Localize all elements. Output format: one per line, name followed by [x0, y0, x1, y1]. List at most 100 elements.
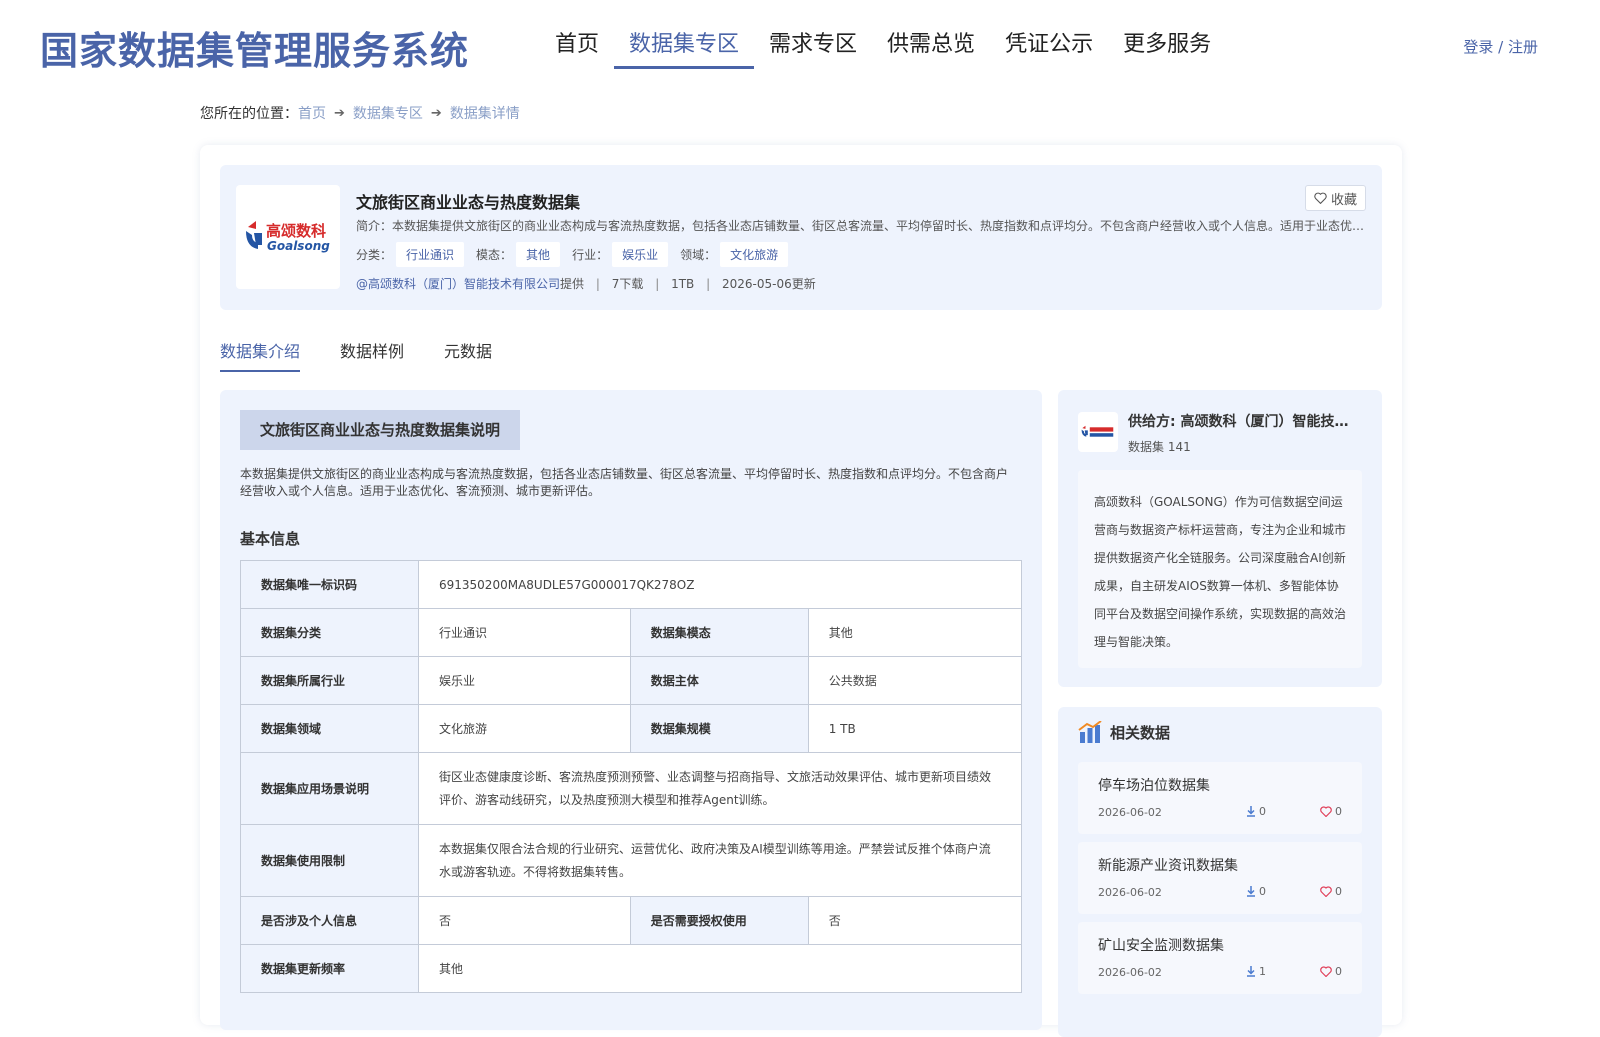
provider-dataset-count: 数据集 141	[1128, 440, 1191, 454]
goalsong-logo-icon: 高颂数科 Goalsong	[246, 221, 330, 253]
info-value: 否	[807, 896, 1023, 945]
heart-icon	[1320, 806, 1332, 817]
breadcrumb-current: 数据集详情	[449, 106, 520, 122]
provider-card: 供给方: 高颂数科（厦门）智能技术有限公司 数据集 141 高颂数科（GOALS…	[1058, 390, 1382, 687]
heart-icon	[1320, 886, 1332, 897]
breadcrumb-home[interactable]: 首页	[298, 103, 326, 123]
table-row: 数据集唯一标识码 691350200MA8UDLE57G000017QK278O…	[240, 560, 1022, 609]
provider-link[interactable]: @高颂数科（厦门）智能技术有限公司	[356, 277, 560, 291]
login-register-link[interactable]: 登录 / 注册	[1463, 36, 1538, 57]
info-key: 数据主体	[629, 656, 809, 705]
related-header: 相关数据	[1078, 721, 1170, 743]
meta-separator: |	[655, 277, 660, 291]
info-key: 是否需要授权使用	[629, 896, 809, 945]
related-item-downloads: 0	[1246, 805, 1266, 818]
breadcrumb: 您所在的位置： 首页 ➔ 数据集专区 ➔ 数据集详情	[200, 103, 520, 123]
like-count: 0	[1335, 965, 1342, 978]
nav-dataset-zone[interactable]: 数据集专区	[614, 28, 755, 69]
related-item-name: 矿山安全监测数据集	[1098, 938, 1224, 954]
download-icon	[1247, 966, 1255, 977]
tab-samples[interactable]: 数据样例	[340, 338, 404, 372]
provider-avatar[interactable]	[1078, 412, 1118, 452]
table-row: 数据集分类 行业通识 数据集模态 其他	[240, 608, 1023, 657]
related-item-likes: 0	[1320, 965, 1342, 978]
table-row: 数据集更新频率 其他	[240, 944, 1022, 993]
nav-voucher[interactable]: 凭证公示	[990, 28, 1108, 68]
info-value: 1 TB	[807, 704, 1023, 753]
info-key: 数据集唯一标识码	[240, 560, 419, 609]
nav-home[interactable]: 首页	[540, 28, 614, 68]
tab-metadata[interactable]: 元数据	[444, 338, 492, 372]
tag-domain[interactable]: 文化旅游	[720, 242, 789, 267]
bar-chart-icon	[1078, 721, 1102, 743]
table-row: 数据集使用限制 本数据集仅限合法合规的行业研究、运营优化、政府决策及AI模型训练…	[240, 824, 1022, 897]
download-count: 0	[1259, 805, 1266, 818]
tag-category[interactable]: 行业通识	[396, 242, 465, 267]
logo-cn-text: 高颂数科	[266, 222, 326, 240]
provider-logo: 高颂数科 Goalsong	[236, 185, 340, 289]
info-value: 否	[418, 896, 631, 945]
tag-label-modality: 模态：	[476, 248, 513, 262]
tag-industry[interactable]: 娱乐业	[612, 242, 669, 267]
dataset-header: 高颂数科 Goalsong 文旅街区商业业态与热度数据集 简介：本数据集提供文旅…	[220, 165, 1382, 310]
info-key: 数据集模态	[629, 608, 809, 657]
info-key: 是否涉及个人信息	[240, 896, 419, 945]
download-icon	[1247, 806, 1255, 817]
info-value: 691350200MA8UDLE57G000017QK278OZ	[418, 560, 1022, 609]
tag-modality[interactable]: 其他	[516, 242, 561, 267]
like-count: 0	[1335, 805, 1342, 818]
info-value: 街区业态健康度诊断、客流热度预测预警、业态调整与招商指导、文旅活动效果评估、城市…	[418, 752, 1022, 825]
introduction-panel: 文旅街区商业业态与热度数据集说明 本数据集提供文旅街区的商业业态构成与客流热度数…	[220, 390, 1042, 1030]
related-item-date: 2026-06-02	[1098, 886, 1162, 899]
arrow-right-icon: ➔	[430, 105, 442, 121]
info-key: 数据集所属行业	[240, 656, 419, 705]
info-value: 文化旅游	[418, 704, 631, 753]
provided-text: 提供	[560, 277, 585, 291]
related-item-downloads: 1	[1246, 965, 1266, 978]
breadcrumb-prefix: 您所在的位置：	[200, 106, 298, 122]
breadcrumb-dataset-zone[interactable]: 数据集专区	[353, 103, 423, 123]
provider-name[interactable]: 供给方: 高颂数科（厦门）智能技术有限公司	[1128, 411, 1362, 431]
dataset-title: 文旅街区商业业态与热度数据集	[356, 193, 581, 212]
table-row: 数据集领域 文化旅游 数据集规模 1 TB	[240, 704, 1023, 753]
content-tabs: 数据集介绍 数据样例 元数据	[220, 338, 532, 372]
dataset-tags: 分类： 行业通识 模态： 其他 行业： 娱乐业 领域： 文化旅游	[356, 242, 800, 267]
related-item-downloads: 0	[1246, 885, 1266, 898]
info-value: 本数据集仅限合法合规的行业研究、运营优化、政府决策及AI模型训练等用途。严禁尝试…	[418, 824, 1022, 897]
tag-label-domain: 领域：	[680, 248, 717, 262]
dataset-summary: 简介：本数据集提供文旅街区的商业业态构成与客流热度数据，包括各业态店铺数量、街区…	[356, 219, 1366, 233]
related-item[interactable]: 停车场泊位数据集 2026-06-02 0 0	[1078, 762, 1362, 834]
tab-introduction[interactable]: 数据集介绍	[220, 338, 301, 372]
nav-overview[interactable]: 供需总览	[872, 28, 990, 68]
intro-text: 本数据集提供文旅街区的商业业态构成与客流热度数据，包括各业态店铺数量、街区总客流…	[240, 467, 1009, 498]
provider-description: 高颂数科（GOALSONG）作为可信数据空间运营商与数据资产标杆运营商，专注为企…	[1078, 470, 1362, 668]
related-item-date: 2026-06-02	[1098, 806, 1162, 819]
arrow-right-icon: ➔	[334, 105, 345, 121]
related-data-card: 相关数据 停车场泊位数据集 2026-06-02 0 0 新能源产业资讯数据集 …	[1058, 707, 1382, 1037]
nav-demand-zone[interactable]: 需求专区	[754, 28, 872, 68]
favorite-button[interactable]: 收藏	[1304, 185, 1366, 211]
info-key: 数据集更新频率	[240, 944, 419, 993]
download-count: 0	[1259, 885, 1266, 898]
main-card: 高颂数科 Goalsong 文旅街区商业业态与热度数据集 简介：本数据集提供文旅…	[200, 145, 1402, 1037]
basic-info-table: 数据集唯一标识码 691350200MA8UDLE57G000017QK278O…	[240, 560, 1023, 993]
like-count: 0	[1335, 885, 1342, 898]
logo-en-text: Goalsong	[267, 239, 330, 253]
tag-label-category: 分类：	[356, 248, 393, 262]
table-row: 数据集所属行业 娱乐业 数据主体 公共数据	[240, 656, 1023, 705]
update-date: 2026-05-06更新	[721, 277, 816, 291]
info-key: 数据集应用场景说明	[240, 752, 419, 825]
info-value: 公共数据	[807, 656, 1023, 705]
info-key: 数据集分类	[240, 608, 419, 657]
table-row: 数据集应用场景说明 街区业态健康度诊断、客流热度预测预警、业态调整与招商指导、文…	[240, 752, 1022, 825]
info-value: 行业通识	[418, 608, 631, 657]
nav-more-services[interactable]: 更多服务	[1108, 28, 1226, 68]
related-item-name: 新能源产业资讯数据集	[1098, 858, 1238, 874]
info-key: 数据集领域	[240, 704, 419, 753]
dataset-meta: @高颂数科（厦门）智能技术有限公司提供 | 7下载 | 1TB | 2026-0…	[356, 275, 816, 292]
heart-icon	[1314, 192, 1327, 204]
download-count: 1	[1259, 965, 1266, 978]
related-item[interactable]: 矿山安全监测数据集 2026-06-02 1 0	[1078, 922, 1362, 994]
site-title[interactable]: 国家数据集管理服务系统	[40, 20, 469, 75]
related-item[interactable]: 新能源产业资讯数据集 2026-06-02 0 0	[1078, 842, 1362, 914]
